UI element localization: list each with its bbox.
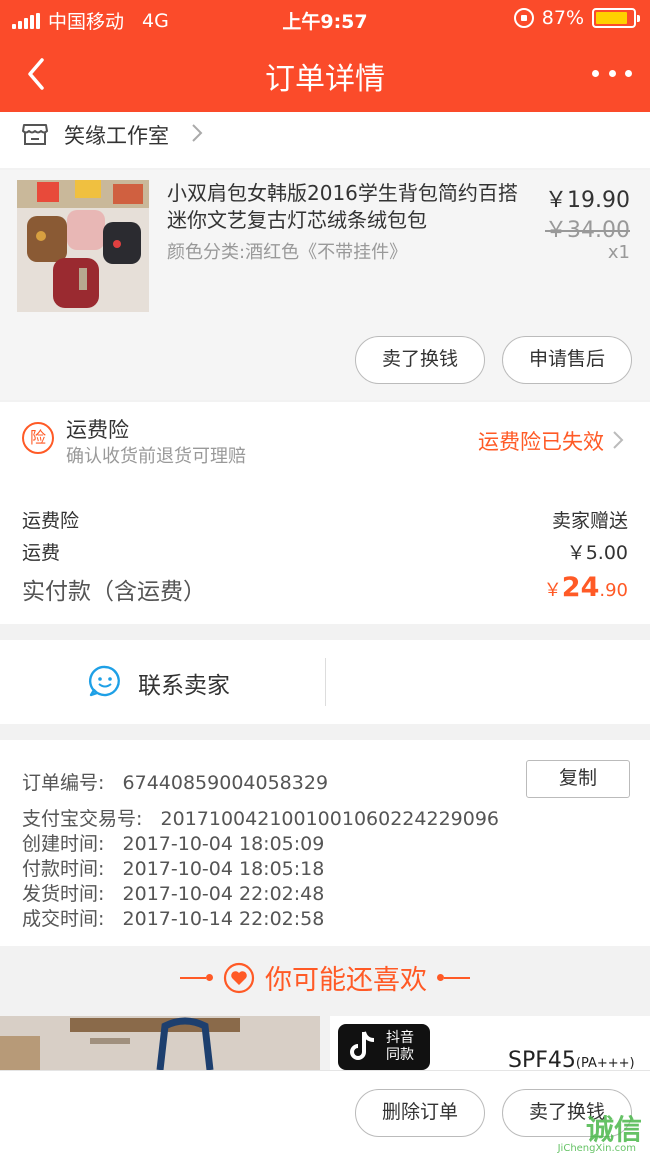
- watermark-url: JiChengXin.com: [557, 1143, 636, 1154]
- page-title: 订单详情: [265, 62, 385, 97]
- total-label: 实付款（含运费）: [22, 579, 206, 605]
- product-thumbnail[interactable]: [17, 180, 149, 312]
- product-quantity: x1: [607, 242, 630, 263]
- store-icon: [22, 124, 48, 145]
- insurance-subtitle: 确认收货前退货可理赔: [66, 446, 246, 467]
- chevron-right-icon: [613, 431, 624, 449]
- watermark-logo: 诚信: [585, 1113, 642, 1146]
- insurance-title: 运费险: [66, 418, 129, 442]
- insurance-status[interactable]: 运费险已失效: [478, 426, 604, 456]
- spf-text: SPF45(PA+++): [508, 1048, 635, 1070]
- sell-button[interactable]: 卖了换钱: [355, 336, 485, 384]
- product-original-price: ￥34.00: [545, 218, 630, 243]
- product-item[interactable]: 小双肩包女韩版2016学生背包简约百搭迷你文艺复古灯芯绒条绒包包 颜色分类:酒红…: [0, 170, 650, 400]
- chevron-right-icon: [192, 124, 203, 142]
- recommend-item-image[interactable]: 抖音同款 SPF45(PA+++): [330, 1016, 650, 1070]
- alipay-trade-label: 支付宝交易号:: [22, 808, 143, 830]
- shipping-fee-label: 运费: [22, 542, 61, 564]
- battery-icon: [592, 8, 640, 28]
- insurance-fee-value: 卖家赠送: [551, 510, 628, 532]
- chat-bubble-icon[interactable]: [88, 664, 122, 698]
- tiktok-badge: 抖音同款: [338, 1024, 430, 1070]
- completed-time-row: 成交时间: 2017-10-14 22:02:58: [22, 904, 324, 931]
- bottom-action-bar: 删除订单 卖了换钱: [0, 1070, 650, 1156]
- tiktok-note-icon: [350, 1031, 375, 1060]
- order-info: 订单编号: 67440859004058329 复制 支付宝交易号: 20171…: [0, 740, 650, 946]
- decor-line-right: [437, 974, 470, 981]
- nav-bar: 订单详情: [0, 36, 650, 112]
- created-time-row: 创建时间: 2017-10-04 18:05:09: [22, 829, 324, 856]
- shop-row[interactable]: 笑缘工作室: [0, 112, 650, 168]
- fee-summary: 运费险 卖家赠送 运费 ￥5.00 实付款（含运费） ￥24.90: [0, 478, 650, 624]
- order-number-row: 订单编号: 67440859004058329: [22, 768, 328, 795]
- created-time-value: 2017-10-04 18:05:09: [122, 833, 325, 855]
- product-price: ￥19.90: [545, 188, 630, 213]
- spf-sub: (PA+++): [575, 1056, 635, 1070]
- insurance-fee-label: 运费险: [22, 510, 80, 532]
- total-value: ￥24.90: [544, 572, 628, 603]
- order-number-label: 订单编号:: [22, 772, 105, 794]
- completed-time-label: 成交时间:: [22, 908, 105, 930]
- created-time-label: 创建时间:: [22, 833, 105, 855]
- recommend-item-image[interactable]: [0, 1016, 320, 1070]
- order-number-value: 67440859004058329: [122, 772, 329, 794]
- completed-time-value: 2017-10-14 22:02:58: [122, 908, 325, 930]
- product-sku: 颜色分类:酒红色《不带挂件》: [167, 242, 408, 263]
- shop-name: 笑缘工作室: [64, 124, 169, 148]
- spf-value: SPF45: [508, 1048, 576, 1070]
- bag-photo: [0, 1016, 320, 1070]
- insurance-icon: 险: [22, 422, 54, 454]
- shipped-time-value: 2017-10-04 22:02:48: [122, 883, 325, 905]
- status-bar: 中国移动 4G 上午9:57 87%: [0, 0, 650, 36]
- divider: [325, 658, 326, 706]
- rotation-lock-icon: [513, 8, 534, 28]
- battery-percent: 87%: [541, 7, 584, 29]
- more-icon[interactable]: [592, 58, 632, 88]
- delete-order-button[interactable]: 删除订单: [355, 1089, 485, 1137]
- shipped-time-row: 发货时间: 2017-10-04 22:02:48: [22, 879, 324, 906]
- total-currency: ￥: [543, 580, 562, 601]
- shipped-time-label: 发货时间:: [22, 883, 105, 905]
- total-decimal: .90: [599, 580, 628, 601]
- contact-bar: 联系卖家: [0, 640, 650, 724]
- paid-time-row: 付款时间: 2017-10-04 18:05:18: [22, 854, 324, 881]
- paid-time-value: 2017-10-04 18:05:18: [122, 858, 325, 880]
- contact-seller-button[interactable]: 联系卖家: [138, 666, 230, 700]
- recommend-title: 你可能还喜欢: [265, 965, 427, 996]
- copy-button[interactable]: 复制: [526, 760, 630, 798]
- shipping-fee-value: ￥5.00: [566, 542, 628, 564]
- alipay-trade-row: 支付宝交易号: 2017100421001001060224229096: [22, 804, 499, 831]
- decor-line-left: [180, 974, 213, 981]
- shipping-insurance-row[interactable]: 险 运费险 确认收货前退货可理赔 运费险已失效: [0, 402, 650, 478]
- recommend-header: 你可能还喜欢: [0, 946, 650, 1016]
- tiktok-label: 抖音同款: [386, 1030, 414, 1063]
- alipay-trade-value: 2017100421001001060224229096: [160, 808, 500, 830]
- paid-time-label: 付款时间:: [22, 858, 105, 880]
- product-title[interactable]: 小双肩包女韩版2016学生背包简约百搭迷你文艺复古灯芯绒条绒包包: [167, 180, 537, 234]
- heart-icon: [223, 962, 255, 993]
- after-sale-button[interactable]: 申请售后: [502, 336, 632, 384]
- total-integer: 24: [561, 572, 600, 603]
